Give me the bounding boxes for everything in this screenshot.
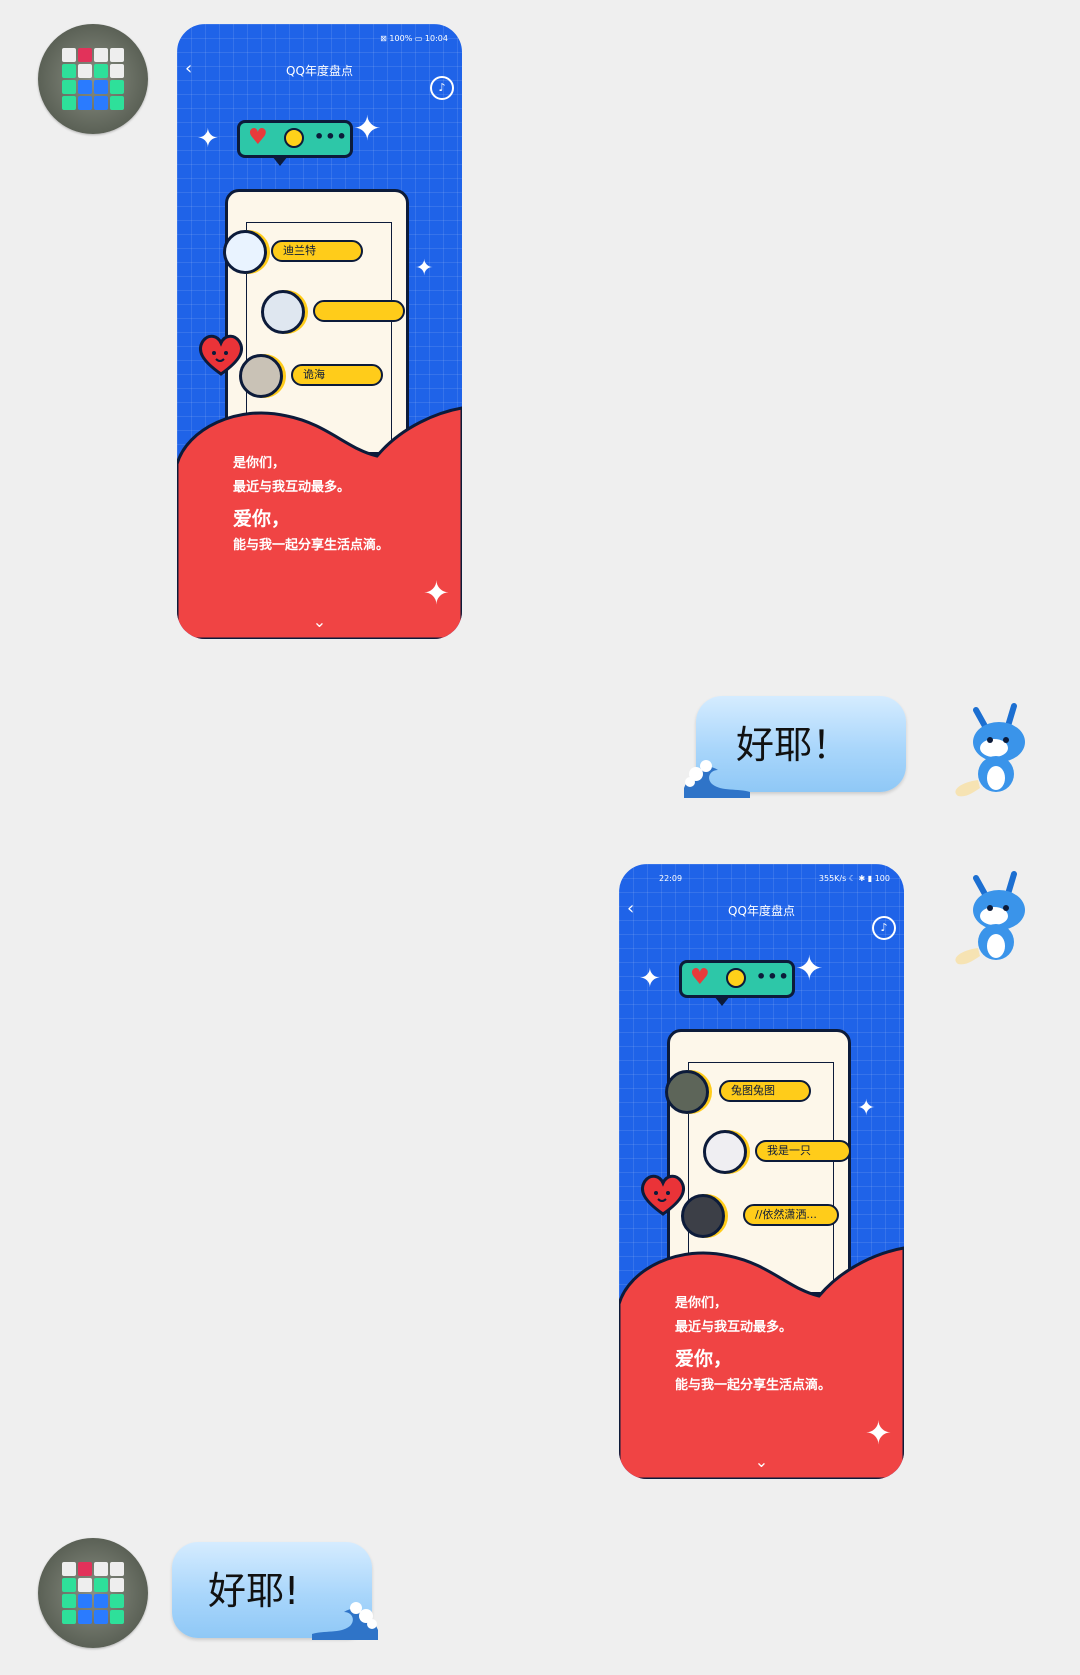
friend-avatar — [703, 1130, 747, 1174]
summary-line3: 爱你， — [233, 508, 291, 530]
message-text: 好耶! — [208, 1569, 300, 1613]
more-icon: ••• — [756, 967, 790, 986]
wave-decoration-icon — [684, 760, 750, 798]
contact-avatar[interactable] — [38, 24, 148, 134]
summary-line4: 能与我一起分享生活点滴。 — [675, 1378, 832, 1393]
heart-icon — [640, 1174, 686, 1216]
summary-line2: 最近与我互动最多。 — [675, 1320, 793, 1335]
status-right: 355K/s ☾ ✱ ▮ 100 — [818, 874, 890, 883]
card-title: QQ年度盘点 — [728, 904, 795, 918]
chevron-down-icon[interactable]: ⌄ — [177, 612, 462, 631]
summary-text: 是你们， 最近与我互动最多。 爱你， 能与我一起分享生活点滴。 — [675, 1292, 831, 1398]
friend-name: 迪兰特 — [271, 240, 363, 262]
smile-icon — [726, 968, 746, 988]
friend-avatar — [665, 1070, 709, 1114]
status-right: ⊠ 100% ▭ 10:04 — [380, 34, 448, 43]
friend-avatar — [681, 1194, 725, 1238]
chevron-down-icon[interactable]: ⌄ — [619, 1452, 904, 1471]
more-icon: ••• — [314, 127, 348, 146]
heart-icon — [198, 334, 244, 376]
heart-icon: ♥ — [690, 965, 710, 990]
year-review-card[interactable]: ⊠ 100% ▭ 10:04 ‹ QQ年度盘点 ♪ ✦ ✦ ✦ ♥ ••• 迪兰… — [177, 24, 462, 639]
cat-sticker-avatar[interactable] — [944, 868, 1034, 968]
friend-name: 兔图兔图 — [719, 1080, 811, 1102]
summary-line3: 爱你， — [675, 1348, 733, 1370]
smile-icon — [284, 128, 304, 148]
sparkle-icon: ✦ — [423, 574, 450, 612]
music-icon[interactable]: ♪ — [872, 916, 896, 940]
status-left: 22:09 — [659, 874, 683, 883]
friend-avatar — [239, 354, 283, 398]
sparkle-icon: ✦ — [197, 124, 219, 154]
cat-sticker-avatar[interactable] — [944, 700, 1034, 800]
reaction-bubble: ♥ ••• — [679, 960, 795, 1006]
friend-name — [313, 300, 405, 322]
sparkle-icon: ✦ — [415, 256, 434, 281]
avatar-grid-icon — [62, 48, 124, 110]
status-bar: ⊠ 100% ▭ 10:04 — [177, 34, 462, 48]
sparkle-icon: ✦ — [857, 1096, 876, 1121]
reaction-bubble: ♥ ••• — [237, 120, 353, 166]
summary-line4: 能与我一起分享生活点滴。 — [233, 538, 390, 553]
heart-icon: ♥ — [248, 125, 268, 150]
wave-decoration-icon — [312, 1602, 378, 1640]
friend-avatar — [223, 230, 267, 274]
friend-avatar — [261, 290, 305, 334]
summary-line1: 是你们， — [675, 1296, 728, 1311]
contact-avatar[interactable] — [38, 1538, 148, 1648]
friend-name: //依然潇洒... — [743, 1204, 839, 1226]
card-title: QQ年度盘点 — [286, 64, 353, 78]
summary-line2: 最近与我互动最多。 — [233, 480, 351, 495]
year-review-card[interactable]: 22:09 355K/s ☾ ✱ ▮ 100 ‹ QQ年度盘点 ♪ ✦ ✦ ✦ … — [619, 864, 904, 1479]
friend-name: 我是一只 — [755, 1140, 851, 1162]
friend-name: 诡海 — [291, 364, 383, 386]
message-text: 好耶！ — [736, 723, 851, 767]
avatar-grid-icon — [62, 1562, 124, 1624]
status-bar: 22:09 355K/s ☾ ✱ ▮ 100 — [619, 874, 904, 888]
sparkle-icon: ✦ — [795, 949, 824, 989]
summary-text: 是你们， 最近与我互动最多。 爱你， 能与我一起分享生活点滴。 — [233, 452, 389, 558]
music-off-icon[interactable]: ♪ — [430, 76, 454, 100]
sparkle-icon: ✦ — [639, 964, 661, 994]
summary-line1: 是你们， — [233, 456, 286, 471]
sparkle-icon: ✦ — [353, 109, 382, 149]
sparkle-icon: ✦ — [865, 1414, 892, 1452]
